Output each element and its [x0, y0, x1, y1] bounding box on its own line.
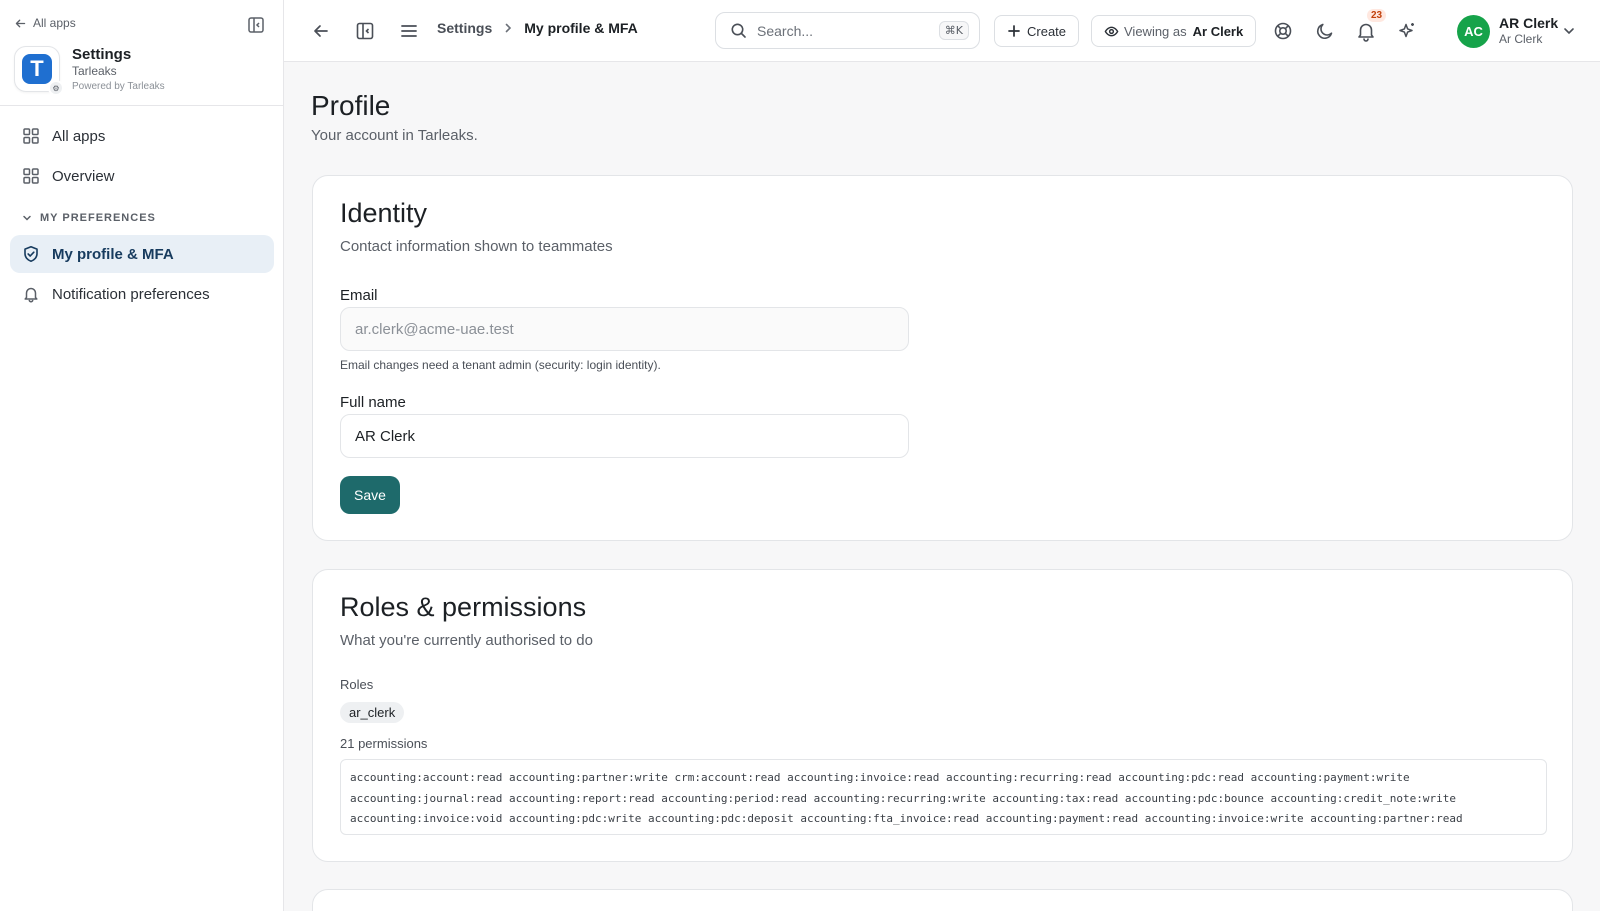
breadcrumb: Settings My profile & MFA: [437, 20, 638, 36]
chevron-down-icon[interactable]: [1562, 24, 1576, 38]
user-name: AR Clerk: [1499, 15, 1559, 31]
identity-subtitle: Contact information shown to teammates: [340, 238, 613, 255]
page-title: Profile: [311, 90, 391, 121]
role-chip: ar_clerk: [340, 702, 405, 723]
permissions-line: accounting:journal:read accounting:repor…: [350, 791, 1456, 805]
app-logo-letter: T: [22, 54, 52, 84]
bell-icon: [22, 285, 40, 303]
notification-count-badge: 23: [1367, 9, 1387, 22]
app-name: Settings: [72, 46, 132, 63]
sparkles-ai-icon[interactable]: [1396, 20, 1418, 42]
search-icon: [730, 22, 747, 39]
create-label: Create: [1027, 23, 1067, 39]
user-menu[interactable]: AR Clerk Ar Clerk: [1499, 15, 1558, 47]
chevron-down-icon: [22, 213, 32, 223]
permissions-list: accounting:account:read accounting:partn…: [340, 759, 1547, 835]
moon-icon[interactable]: [1314, 20, 1336, 42]
roles-permissions-card: Roles & permissions What you're currentl…: [312, 569, 1573, 862]
app-tenant: Tarleaks: [72, 64, 117, 78]
all-apps-back-label: All apps: [33, 16, 76, 30]
sidebar-item-label: Notification preferences: [52, 285, 210, 303]
viewing-as-button[interactable]: Viewing as Ar Clerk: [1091, 15, 1257, 47]
section-my-preferences[interactable]: MY PREFERENCES: [22, 212, 156, 224]
viewing-as-label: Viewing as: [1124, 23, 1187, 39]
plus-icon: [1007, 24, 1021, 38]
next-card: [312, 889, 1573, 911]
fullname-field[interactable]: [340, 414, 909, 458]
section-label: MY PREFERENCES: [40, 212, 156, 224]
user-role: Ar Clerk: [1499, 32, 1543, 46]
back-arrow-icon[interactable]: [310, 20, 332, 42]
sidebar-item-my-profile-mfa[interactable]: My profile & MFA: [10, 235, 274, 273]
sidebar-item-label: Overview: [52, 167, 115, 185]
avatar[interactable]: AC: [1457, 15, 1490, 48]
grid-icon: [22, 167, 40, 185]
identity-title: Identity: [340, 198, 428, 228]
save-button[interactable]: Save: [340, 476, 400, 514]
notifications-bell-icon[interactable]: [1355, 20, 1377, 42]
topbar: Settings My profile & MFA Search... ⌘K C…: [284, 0, 1600, 62]
shield-check-icon: [22, 245, 40, 263]
search-input[interactable]: Search... ⌘K: [715, 12, 980, 49]
sidebar-item-label: My profile & MFA: [52, 245, 174, 263]
roles-subtitle: What you're currently authorised to do: [340, 632, 593, 649]
breadcrumb-settings[interactable]: Settings: [437, 20, 492, 36]
permissions-count: 21 permissions: [340, 736, 428, 751]
search-shortcut: ⌘K: [938, 21, 969, 40]
identity-card: Identity Contact information shown to te…: [312, 175, 1573, 541]
sidebar-item-all-apps[interactable]: All apps: [10, 117, 274, 155]
roles-label: Roles: [340, 677, 374, 692]
menu-icon[interactable]: [398, 20, 420, 42]
permissions-line: accounting:account:read accounting:partn…: [350, 771, 1410, 784]
chevron-right-icon: [502, 22, 514, 34]
help-lifebuoy-icon[interactable]: [1272, 20, 1294, 42]
breadcrumb-current: My profile & MFA: [524, 20, 638, 36]
sidebar-item-notification-preferences[interactable]: Notification preferences: [10, 275, 274, 313]
fullname-label: Full name: [340, 394, 406, 411]
eye-icon: [1104, 24, 1119, 38]
create-button[interactable]: Create: [994, 15, 1080, 47]
panel-toggle-icon[interactable]: [354, 20, 376, 42]
sidebar-item-overview[interactable]: Overview: [10, 157, 274, 195]
permissions-line: accounting:invoice:void accounting:pdc:w…: [350, 812, 1463, 825]
email-help-text: Email changes need a tenant admin (secur…: [340, 358, 661, 372]
email-field[interactable]: [340, 307, 909, 351]
sidebar-item-label: All apps: [52, 127, 106, 145]
collapse-sidebar-icon[interactable]: [246, 15, 266, 35]
app-header: T ⚙ Settings Tarleaks Powered by Tarleak…: [14, 46, 165, 96]
grid-icon: [22, 127, 40, 145]
viewing-as-user: Ar Clerk: [1192, 23, 1244, 39]
page-subtitle: Your account in Tarleaks.: [311, 127, 478, 144]
sidebar-divider: [0, 105, 284, 106]
settings-gear-icon: ⚙: [48, 80, 64, 96]
arrow-left-icon: [14, 17, 27, 30]
email-label: Email: [340, 287, 378, 304]
app-logo: T ⚙: [14, 46, 64, 96]
roles-title: Roles & permissions: [340, 592, 587, 622]
app-powered-by: Powered by Tarleaks: [72, 81, 165, 92]
all-apps-back-link[interactable]: All apps: [14, 16, 76, 30]
sidebar: All apps T ⚙ Settings Tarleaks Powered b…: [0, 0, 284, 911]
search-placeholder: Search...: [757, 22, 814, 39]
